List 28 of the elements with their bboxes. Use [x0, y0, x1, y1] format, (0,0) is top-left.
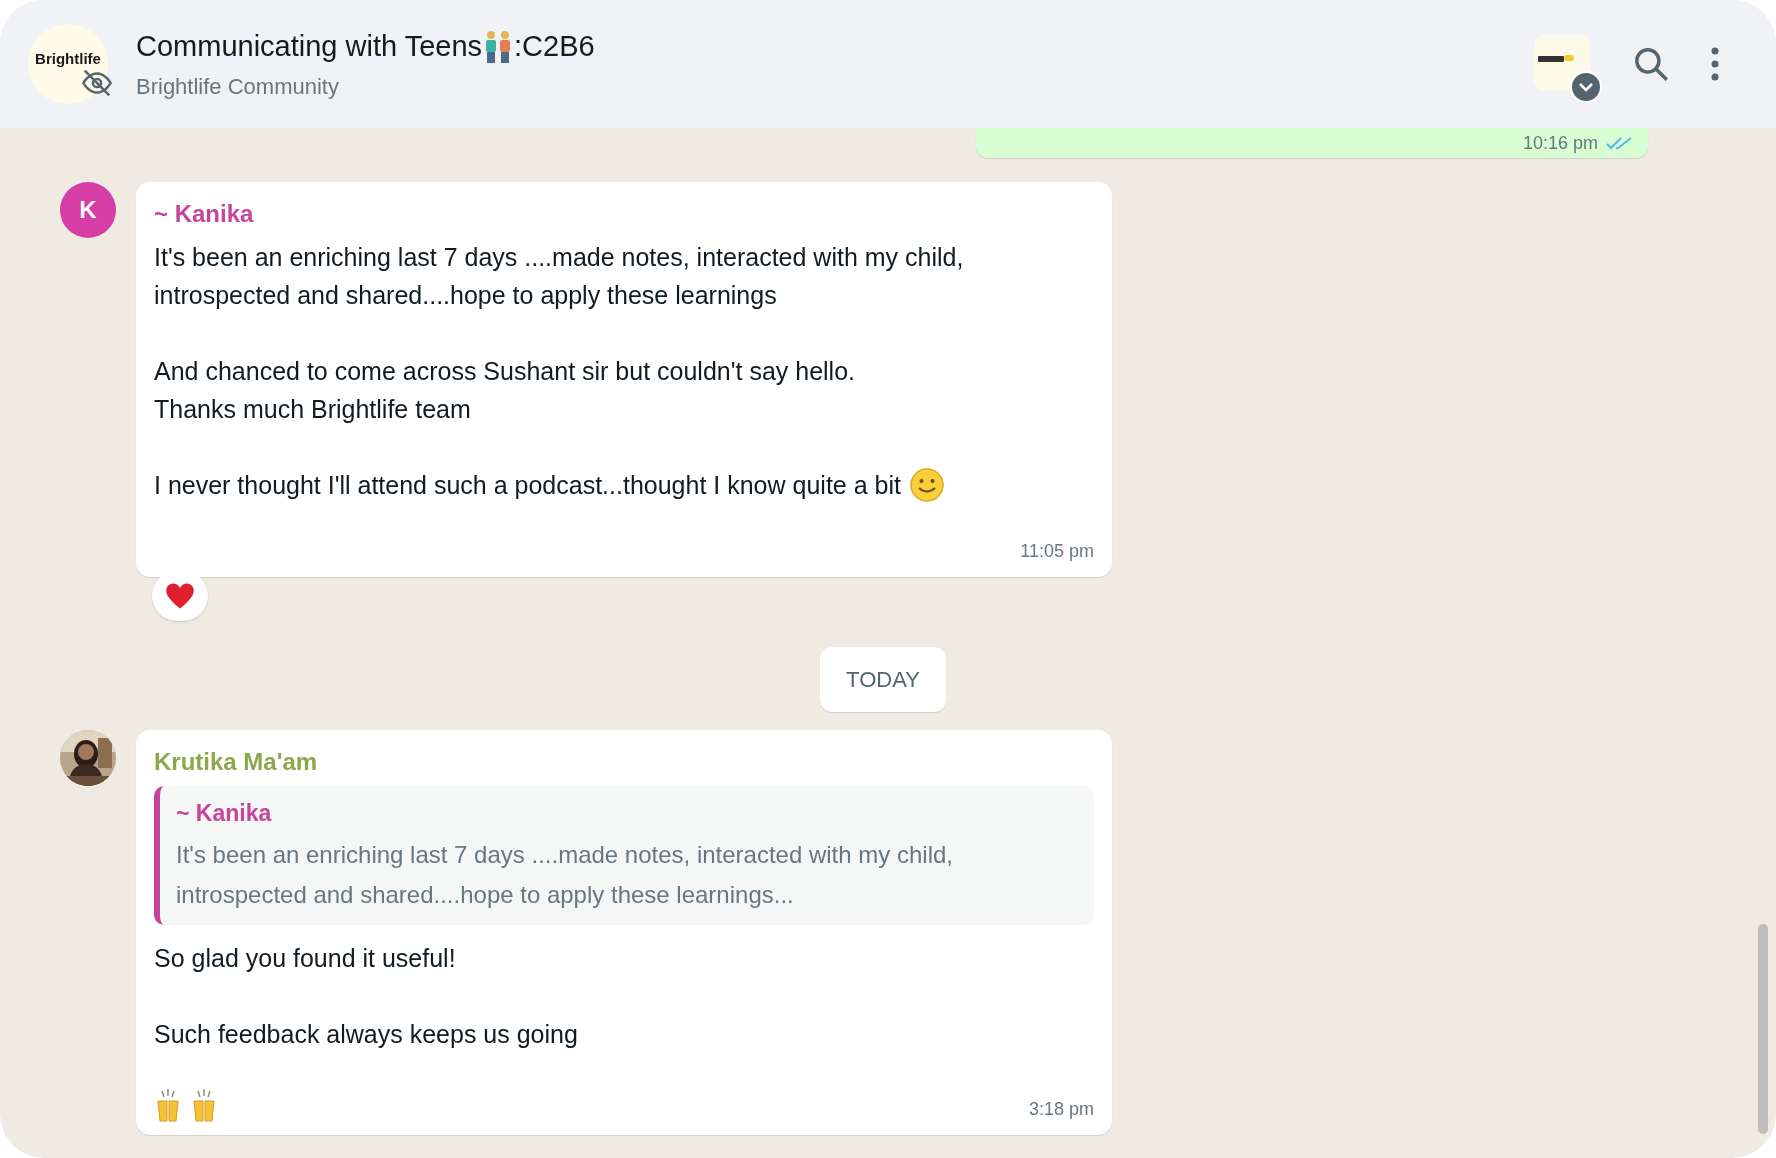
chat-title: Communicating with Teens: [136, 28, 483, 64]
avatar[interactable]: K: [60, 182, 116, 238]
logo-text: Brightlife: [35, 48, 101, 69]
smiley-icon: [908, 467, 945, 503]
chat-title-suffix: :C2B6: [514, 28, 595, 64]
message-text: It's been an enriching last 7 days ....made notes, interacted with my child, introspected and shared....hope to apply these learnings: [154, 242, 964, 311]
message-time: 3:18 pm: [1028, 1097, 1094, 1121]
message-text: So glad you found it useful!: [154, 942, 456, 974]
quoted-message[interactable]: ~ Kanika It's been an enriching last 7 days ....made notes, interacted with my child, introspected and shared....hope to apply these learnings...: [154, 786, 1094, 925]
sender-name: ~ Kanika: [154, 199, 255, 229]
logo-icon: [1538, 53, 1574, 65]
message-text: I never thought I'll attend such a podcast...thought I know quite a bit: [154, 470, 901, 501]
message-time: 10:16 pm: [1522, 131, 1598, 155]
sender-name: Krutika Ma'am: [154, 747, 319, 777]
message-time: 11:05 pm: [1020, 540, 1094, 563]
quoted-text: It's been an enriching last 7 days ....made notes, interacted with my child, introspected and shared....hope to apply these learnings...: [176, 839, 954, 910]
search-icon[interactable]: [1632, 45, 1670, 83]
chevron-down-icon[interactable]: [1570, 71, 1602, 103]
heart-icon: [165, 582, 195, 610]
menu-icon[interactable]: [1710, 46, 1720, 82]
couple-icon: [484, 29, 513, 64]
scrollbar-thumb[interactable]: [1758, 924, 1768, 1134]
community-button[interactable]: [1534, 35, 1602, 103]
message-text: And chanced to come across Sushant sir but couldn't say hello. Thanks much Brightlife team: [154, 356, 855, 425]
reaction-badge[interactable]: [152, 571, 208, 621]
quoted-sender: ~ Kanika: [176, 799, 273, 828]
chat-subtitle: Brightlife Community: [136, 73, 340, 102]
message-text: Such feedback always keeps us going: [154, 1018, 578, 1050]
